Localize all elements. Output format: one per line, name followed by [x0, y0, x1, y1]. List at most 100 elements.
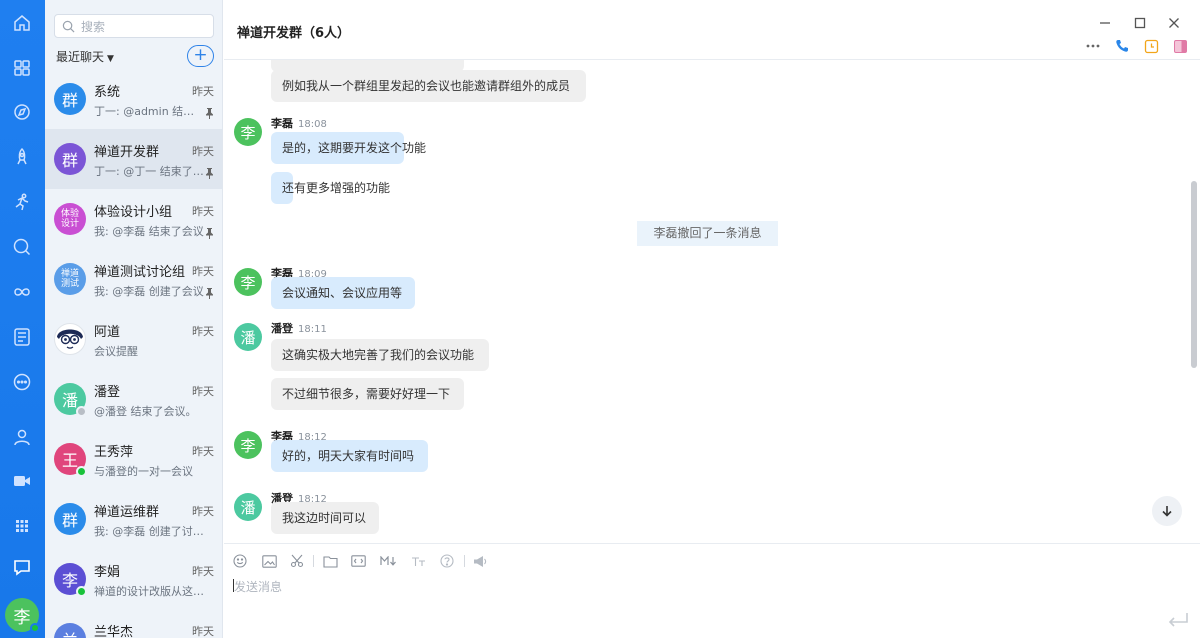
message-avatar[interactable]: 李 [234, 268, 262, 296]
chat-time: 昨天 [192, 85, 214, 98]
pin-icon [205, 224, 214, 239]
chat-list-item[interactable]: 兰兰华杰 昨天 [45, 609, 222, 638]
minimize-icon[interactable] [1095, 13, 1115, 33]
toolbar-separator [313, 555, 314, 567]
apps-icon[interactable] [11, 57, 33, 79]
message-input[interactable]: 发送消息 [234, 578, 282, 595]
recent-label: 最近聊天 [56, 50, 105, 64]
chat-name: 阿道 [94, 325, 121, 340]
message-bubble: 会议通知、会议应用等 [271, 277, 415, 309]
chat-preview: 我: @李磊 结束了会议 [94, 225, 204, 238]
chat-avatar: 群 [54, 83, 86, 115]
chat-time: 昨天 [192, 145, 214, 158]
infinity-icon[interactable] [11, 281, 33, 303]
grid-icon[interactable] [11, 515, 33, 537]
message-avatar[interactable]: 潘 [234, 323, 262, 351]
broadcast-icon[interactable] [472, 553, 488, 569]
image-icon[interactable] [261, 553, 277, 569]
more-circle-icon[interactable] [11, 371, 33, 393]
chat-name: 禅道开发群 [94, 145, 160, 160]
discover-icon[interactable] [11, 101, 33, 123]
chat-list-item[interactable]: 群禅道运维群 昨天 我: @李磊 创建了讨论组 [45, 489, 222, 549]
chat-time: 昨天 [192, 385, 214, 398]
help-icon[interactable] [439, 553, 455, 569]
chat-name: 兰华杰 [94, 625, 134, 638]
sidebar-toggle-icon[interactable] [1171, 37, 1189, 55]
chat-name: 系统 [94, 85, 121, 100]
chat-list-item[interactable]: 群禅道开发群 昨天 丁一: @丁一 结束了会议 [45, 129, 222, 189]
chat-time: 昨天 [192, 565, 214, 578]
pin-icon [205, 164, 214, 179]
message-bubble: 例如我从一个群组里发起的会议也能邀请群组外的成员 [271, 70, 586, 102]
chat-name: 禅道运维群 [94, 505, 160, 520]
message-header: 李磊 18:08 [271, 115, 327, 131]
pin-icon [205, 104, 214, 119]
rocket-icon[interactable] [11, 146, 33, 168]
chat-list-item[interactable]: 阿道 昨天 会议提醒 [45, 309, 222, 369]
chat-list-item[interactable]: 李李娟昨天禅道的设计改版从这里开始 [45, 549, 222, 609]
text-size-icon[interactable] [410, 553, 426, 569]
message-avatar[interactable]: 潘 [234, 493, 262, 521]
chat-avatar: 体验 设计 [54, 203, 86, 235]
more-options-icon[interactable] [1084, 37, 1102, 55]
nav-bar: 李 [0, 0, 45, 638]
chat-preview: 丁一: @admin 结束了会议 [94, 105, 204, 118]
chat-preview: 与潘登的一对一会议 [94, 465, 193, 478]
chat-avatar: 兰 [54, 623, 86, 638]
message-bubble: 还有更多增强的功能 [271, 172, 390, 204]
chat-avatar [54, 323, 86, 355]
video-icon[interactable] [11, 470, 33, 492]
sender-name[interactable]: 李磊 [271, 117, 293, 130]
home-icon[interactable] [11, 12, 33, 34]
message-avatar[interactable]: 李 [234, 431, 262, 459]
search-placeholder: 搜索 [81, 20, 106, 34]
chat-list-item[interactable]: 体验 设计 体验设计小组 昨天 我: @李磊 结束了会议 [45, 189, 222, 249]
sender-name[interactable]: 潘登 [271, 322, 293, 335]
run-icon[interactable] [11, 191, 33, 213]
chat-preview: @潘登 结束了会议。 [94, 405, 197, 418]
chat-preview: 禅道的设计改版从这里开始 [94, 585, 204, 598]
scissors-icon[interactable] [289, 553, 305, 569]
chat-icon[interactable] [11, 556, 33, 578]
search-input[interactable]: 搜索 [54, 14, 214, 38]
chat-time: 昨天 [192, 265, 214, 278]
message-time: 18:08 [298, 119, 327, 130]
chat-list-item[interactable]: 潘潘登 昨天 @潘登 结束了会议。 [45, 369, 222, 429]
message-header: 潘登 18:11 [271, 320, 327, 336]
scrollbar[interactable] [1191, 181, 1197, 368]
chevron-down-icon: ▼ [107, 54, 114, 64]
phone-icon[interactable] [1113, 37, 1131, 55]
chat-preview: 我: @李磊 创建了会议 [94, 285, 204, 298]
scroll-to-bottom-button[interactable] [1152, 496, 1182, 526]
send-icon[interactable] [1167, 612, 1189, 630]
clock-icon[interactable] [1142, 37, 1160, 55]
list-icon[interactable] [11, 326, 33, 348]
message-avatar[interactable]: 李 [234, 118, 262, 146]
contacts-icon[interactable] [11, 426, 33, 448]
chat-list-sidebar: 搜索 最近聊天▼ + 群系统昨天丁一: @admin 结束了会议群禅道开发群昨天… [45, 0, 223, 638]
close-icon[interactable] [1164, 13, 1184, 33]
message-bubble: 这确实极大地完善了我们的会议功能 [271, 339, 489, 371]
chat-list-item[interactable]: 群系统 昨天丁一: @admin 结束了会议 [45, 69, 222, 129]
folder-icon[interactable] [322, 553, 338, 569]
markdown-icon[interactable] [379, 553, 399, 569]
emoji-icon[interactable] [232, 553, 248, 569]
chat-time: 昨天 [192, 625, 214, 638]
recent-chats-dropdown[interactable]: 最近聊天 ▼ [56, 48, 114, 65]
system-notice: 李磊撤回了一条消息 [637, 221, 778, 246]
app-window: 李 搜索 最近聊天▼ + 群系统 昨天丁一: @admin 结束了会议群禅道开发群… [0, 0, 1200, 638]
arrow-down-icon [1162, 506, 1172, 517]
chat-list-item[interactable]: 王王秀萍 昨天 与潘登的一对一会议 [45, 429, 222, 489]
maximize-icon[interactable] [1130, 13, 1150, 33]
code-icon[interactable] [350, 553, 366, 569]
message-time: 18:11 [298, 324, 327, 335]
chat-time: 昨天 [192, 445, 214, 458]
message-list: 例如我从一个群组里发起的会议也能邀请群组外的成员李李磊 18:08 是的，这期要开发… [224, 60, 1200, 543]
chat-name: 李娟 [94, 565, 121, 580]
chat-list-item[interactable]: 禅道 测试 禅道测试讨论组 昨天 我: @李磊 创建了会议 [45, 249, 222, 309]
presence-dot [76, 466, 87, 477]
chat-name: 王秀萍 [94, 445, 134, 460]
add-chat-button[interactable]: + [187, 45, 214, 67]
search-circle-icon[interactable] [11, 236, 33, 258]
chat-preview: 我: @李磊 创建了讨论组 [94, 525, 204, 538]
